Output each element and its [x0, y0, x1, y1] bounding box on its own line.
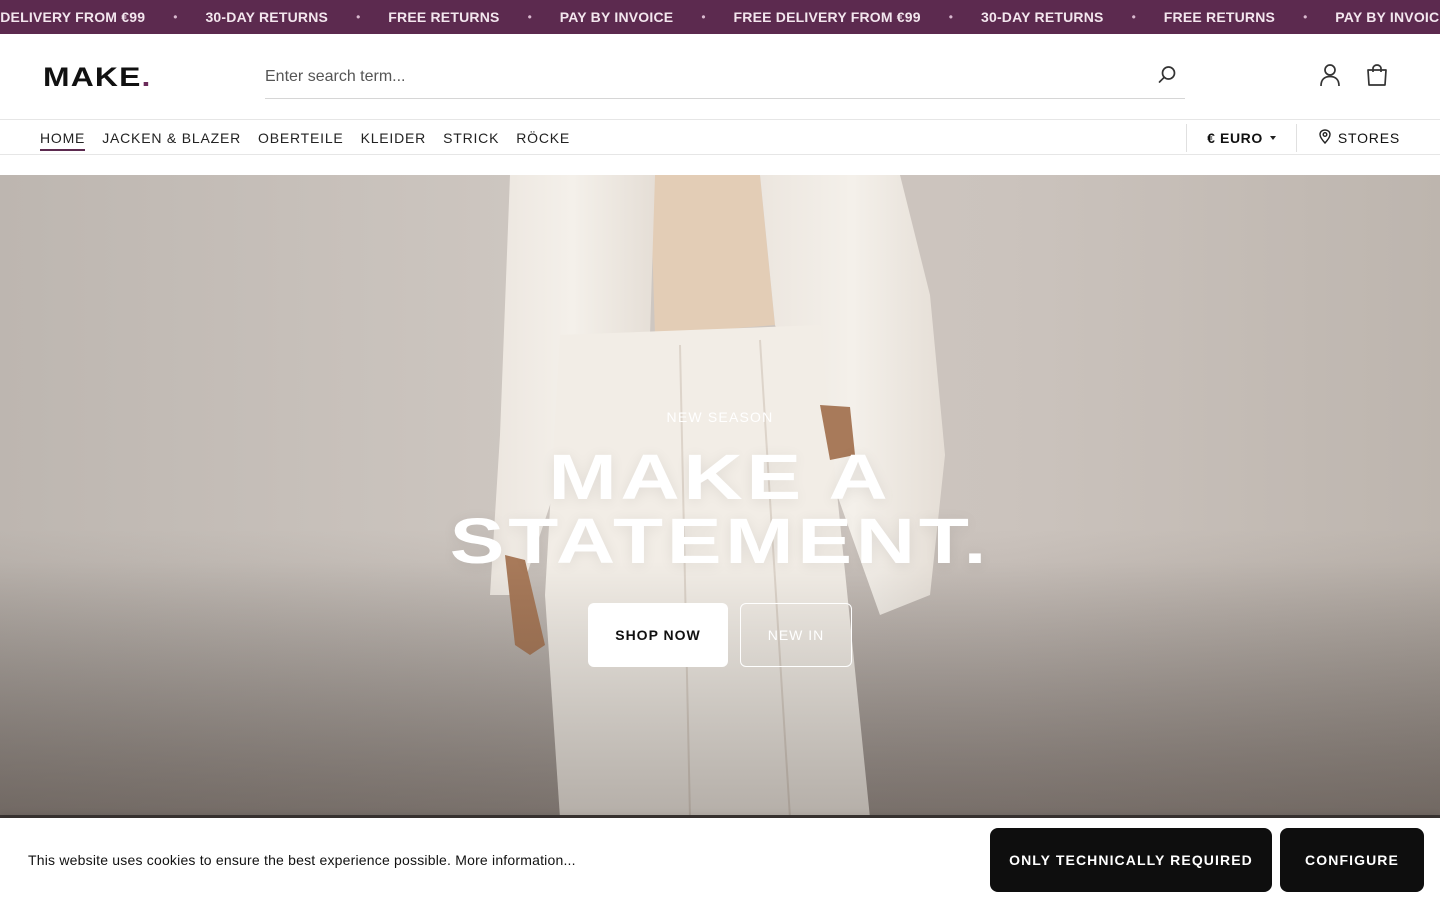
search-input[interactable] — [265, 68, 1149, 86]
cookie-text: This website uses cookies to ensure the … — [28, 852, 452, 868]
nav-utilities: € EURO STORES — [1186, 120, 1440, 155]
ticker-item: FREE RETURNS — [388, 9, 500, 25]
cart-button[interactable] — [1362, 62, 1392, 92]
stores-label: STORES — [1337, 129, 1400, 146]
ticker-item: PAY BY INVOICE — [559, 9, 674, 25]
nav-list: HOME JACKEN & BLAZER OBERTEILE KLEIDER STRIC… — [40, 120, 570, 155]
announcement-bar: FREE DELIVERY FROM €99 • 30-DAY RETURNS • FR… — [0, 0, 1440, 34]
stores-link[interactable]: STORES — [1297, 128, 1440, 147]
only-technically-required-button[interactable]: ONLY TECHNICALLY REQUIRED — [990, 828, 1272, 892]
ticker-separator: • — [1303, 10, 1308, 24]
search-icon — [1157, 65, 1177, 90]
ticker-separator: • — [948, 10, 953, 24]
caret-down-icon — [1269, 135, 1276, 140]
nav-item-home[interactable]: HOME — [40, 122, 86, 154]
logo-text: MAKE — [43, 62, 142, 92]
currency-label: € EURO — [1207, 129, 1263, 146]
cookie-banner: This website uses cookies to ensure the … — [0, 818, 1440, 900]
hero-content: NEW SEASON MAKE A STATEMENT. SHOP NOW NE… — [0, 409, 1440, 667]
ticker-item: 30-DAY RETURNS — [205, 9, 329, 25]
location-pin-icon — [1319, 128, 1331, 147]
configure-button[interactable]: CONFIGURE — [1280, 828, 1424, 892]
account-button[interactable] — [1315, 62, 1345, 92]
ticker-separator: • — [527, 10, 532, 24]
logo[interactable]: MAKE. — [43, 62, 152, 93]
hero-buttons: SHOP NOW NEW IN — [0, 603, 1440, 667]
hero-headline-line-1: MAKE A — [548, 441, 892, 513]
hero-headline-line-2: STATEMENT. — [449, 505, 991, 577]
ticker-item: 30-DAY RETURNS — [980, 9, 1104, 25]
announcement-track: FREE DELIVERY FROM €99 • 30-DAY RETURNS • FR… — [0, 0, 1440, 34]
shop-now-button[interactable]: SHOP NOW — [588, 603, 728, 667]
ticker-separator: • — [701, 10, 706, 24]
ticker-item: PAY BY INVOICE — [1335, 9, 1440, 25]
cart-icon — [1365, 63, 1389, 92]
main-nav: HOME JACKEN & BLAZER OBERTEILE KLEIDER STRIC… — [0, 120, 1440, 155]
ticker-separator: • — [356, 10, 361, 24]
ticker-item: FREE DELIVERY FROM €99 — [0, 9, 146, 25]
account-icon — [1319, 63, 1341, 92]
ticker-item: FREE RETURNS — [1163, 9, 1276, 25]
hero-eyebrow: NEW SEASON — [666, 409, 774, 425]
ticker-separator: • — [1131, 10, 1136, 24]
nav-item-strick[interactable]: STRICK — [443, 122, 499, 154]
new-in-button[interactable]: NEW IN — [740, 603, 852, 667]
ticker-separator: • — [173, 10, 178, 24]
nav-item-kleider[interactable]: KLEIDER — [361, 122, 427, 154]
nav-item-röcke[interactable]: RÖCKE — [516, 122, 570, 154]
hero-headline: MAKE A STATEMENT. — [0, 445, 1440, 573]
more-information-link[interactable]: More information... — [455, 852, 576, 868]
currency-selector[interactable]: € EURO — [1187, 130, 1296, 146]
logo-dot: . — [141, 62, 152, 92]
nav-item-oberteile[interactable]: OBERTEILE — [258, 122, 344, 154]
search-button[interactable] — [1149, 59, 1185, 95]
hero-banner: NEW SEASON MAKE A STATEMENT. SHOP NOW NE… — [0, 175, 1440, 818]
ticker-item: FREE DELIVERY FROM €99 — [733, 9, 921, 25]
nav-item-jacken-blazer[interactable]: JACKEN & BLAZER — [102, 122, 241, 154]
search-bar — [265, 56, 1185, 99]
site-header: MAKE. — [0, 34, 1440, 120]
cookie-message: This website uses cookies to ensure the … — [28, 852, 576, 868]
